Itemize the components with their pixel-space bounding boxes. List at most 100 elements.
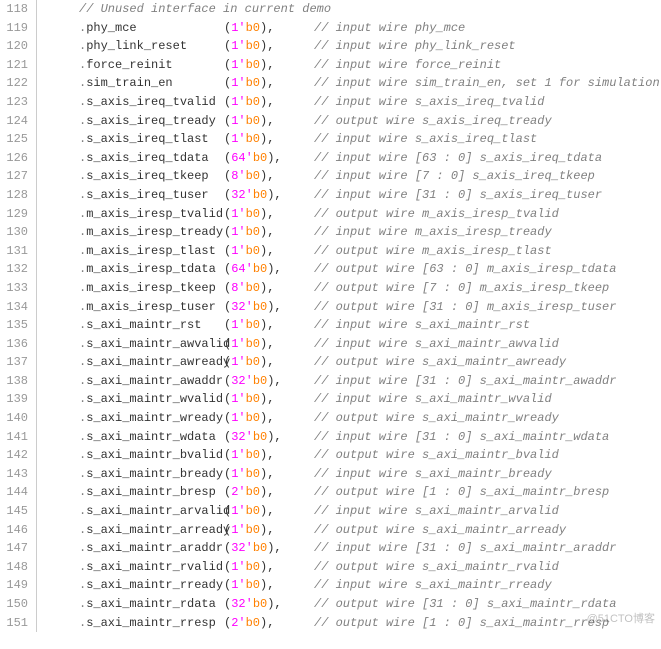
code-line: .s_axis_ireq_tready(1'b0),// output wire… [41,112,661,131]
line-number-gutter: 1181191201211221231241251261271281291301… [0,0,36,632]
comment: // input wire s_axi_maintr_bready [314,467,552,481]
code-line: .m_axis_iresp_tuser(32'b0),// output wir… [41,298,661,317]
literal-value: b0 [246,244,260,258]
code-line: // Unused interface in current demo [41,0,661,19]
line-number: 150 [0,595,28,614]
comment: // input wire s_axi_maintr_rst [314,318,530,332]
code-line: .s_axi_maintr_arvalid(1'b0),// input wir… [41,502,661,521]
code-line: .s_axi_maintr_rvalid(1'b0),// output wir… [41,558,661,577]
line-number: 118 [0,0,28,19]
literal-value: b0 [253,374,267,388]
port-name: s_axi_maintr_awready [86,353,230,372]
code-line: .s_axis_ireq_tvalid(1'b0),// input wire … [41,93,661,112]
literal-value: b0 [253,597,267,611]
line-number: 122 [0,74,28,93]
comment: // input wire s_axi_maintr_awvalid [314,337,559,351]
port-name: m_axis_iresp_tdata [86,260,216,279]
code-line: .m_axis_iresp_tvalid(1'b0),// output wir… [41,205,661,224]
port-name: s_axi_maintr_bready [86,465,223,484]
comment: // output wire m_axis_iresp_tlast [314,244,552,258]
code-line: .phy_link_reset(1'b0),// input wire phy_… [41,37,661,56]
literal-value: b0 [246,411,260,425]
line-number: 131 [0,242,28,261]
comment: // input wire s_axi_maintr_rready [314,578,552,592]
port-name: s_axi_maintr_bvalid [86,446,223,465]
line-number: 135 [0,316,28,335]
comment: // input wire phy_mce [314,21,465,35]
line-number: 146 [0,521,28,540]
port-name: phy_link_reset [86,37,187,56]
port-name: s_axi_maintr_arvalid [86,502,230,521]
literal-value: b0 [246,76,260,90]
code-editor: 1181191201211221231241251261271281291301… [0,0,661,632]
literal-value: b0 [253,188,267,202]
code-area: // Unused interface in current demo .phy_… [37,0,661,632]
comment: // output wire s_axi_maintr_bvalid [314,448,559,462]
port-name: force_reinit [86,56,172,75]
comment: // input wire force_reinit [314,58,501,72]
code-line: .force_reinit(1'b0),// input wire force_… [41,56,661,75]
literal-value: b0 [246,132,260,146]
line-number: 130 [0,223,28,242]
literal-value: b0 [253,541,267,555]
literal-width: 32 [231,430,245,444]
comment: // input wire [31 : 0] s_axi_maintr_awad… [314,374,616,388]
literal-value: b0 [253,262,267,276]
literal-value: b0 [246,281,260,295]
line-number: 120 [0,37,28,56]
port-name: s_axi_maintr_bresp [86,483,216,502]
line-number: 151 [0,614,28,633]
literal-value: b0 [246,616,260,630]
comment: // output wire [1 : 0] s_axi_maintr_bres… [314,485,609,499]
code-line: .m_axis_iresp_tkeep(8'b0),// output wire… [41,279,661,298]
code-line: .phy_mce(1'b0),// input wire phy_mce [41,19,661,38]
line-number: 119 [0,19,28,38]
literal-value: b0 [246,114,260,128]
code-line: .s_axi_maintr_araddr(32'b0),// input wir… [41,539,661,558]
port-name: m_axis_iresp_tvalid [86,205,223,224]
comment: // input wire s_axi_maintr_wvalid [314,392,552,406]
literal-value: b0 [246,485,260,499]
port-name: s_axis_ireq_tdata [86,149,208,168]
code-line: .s_axis_ireq_tdata(64'b0),// input wire … [41,149,661,168]
comment: // input wire m_axis_iresp_tready [314,225,552,239]
code-line: .m_axis_iresp_tdata(64'b0),// output wir… [41,260,661,279]
literal-value: b0 [246,578,260,592]
code-line: .s_axi_maintr_rresp(2'b0),// output wire… [41,614,661,633]
line-number: 129 [0,205,28,224]
port-name: m_axis_iresp_tlast [86,242,216,261]
port-name: s_axi_maintr_arready [86,521,230,540]
port-name: s_axis_ireq_tuser [86,186,208,205]
comment: // output wire [31 : 0] s_axi_maintr_rda… [314,597,616,611]
comment: // input wire s_axi_maintr_arvalid [314,504,559,518]
code-line: .s_axi_maintr_rdata(32'b0),// output wir… [41,595,661,614]
literal-value: b0 [246,448,260,462]
port-name: sim_train_en [86,74,172,93]
line-number: 126 [0,149,28,168]
comment: // output wire m_axis_iresp_tvalid [314,207,559,221]
comment: // Unused interface in current demo [79,2,331,16]
line-number: 128 [0,186,28,205]
line-number: 143 [0,465,28,484]
port-name: s_axis_ireq_tready [86,112,216,131]
code-line: .s_axis_ireq_tuser(32'b0),// input wire … [41,186,661,205]
comment: // output wire s_axi_maintr_rvalid [314,560,559,574]
port-name: m_axis_iresp_tkeep [86,279,216,298]
comment: // output wire s_axi_maintr_wready [314,411,559,425]
code-line: .s_axi_maintr_awvalid(1'b0),// input wir… [41,335,661,354]
literal-value: b0 [253,430,267,444]
literal-value: b0 [246,523,260,537]
code-line: .s_axi_maintr_wready(1'b0),// output wir… [41,409,661,428]
comment: // output wire s_axi_maintr_arready [314,523,566,537]
line-number: 121 [0,56,28,75]
comment: // input wire s_axis_ireq_tvalid [314,95,544,109]
code-line: .s_axi_maintr_rst(1'b0),// input wire s_… [41,316,661,335]
code-line: .s_axi_maintr_bresp(2'b0),// output wire… [41,483,661,502]
port-name: s_axi_maintr_wready [86,409,223,428]
comment: // output wire [7 : 0] m_axis_iresp_tkee… [314,281,609,295]
code-line: .m_axis_iresp_tready(1'b0),// input wire… [41,223,661,242]
comment: // input wire sim_train_en, set 1 for si… [314,76,661,90]
line-number: 142 [0,446,28,465]
literal-value: b0 [246,207,260,221]
comment: // input wire [31 : 0] s_axi_maintr_arad… [314,541,616,555]
